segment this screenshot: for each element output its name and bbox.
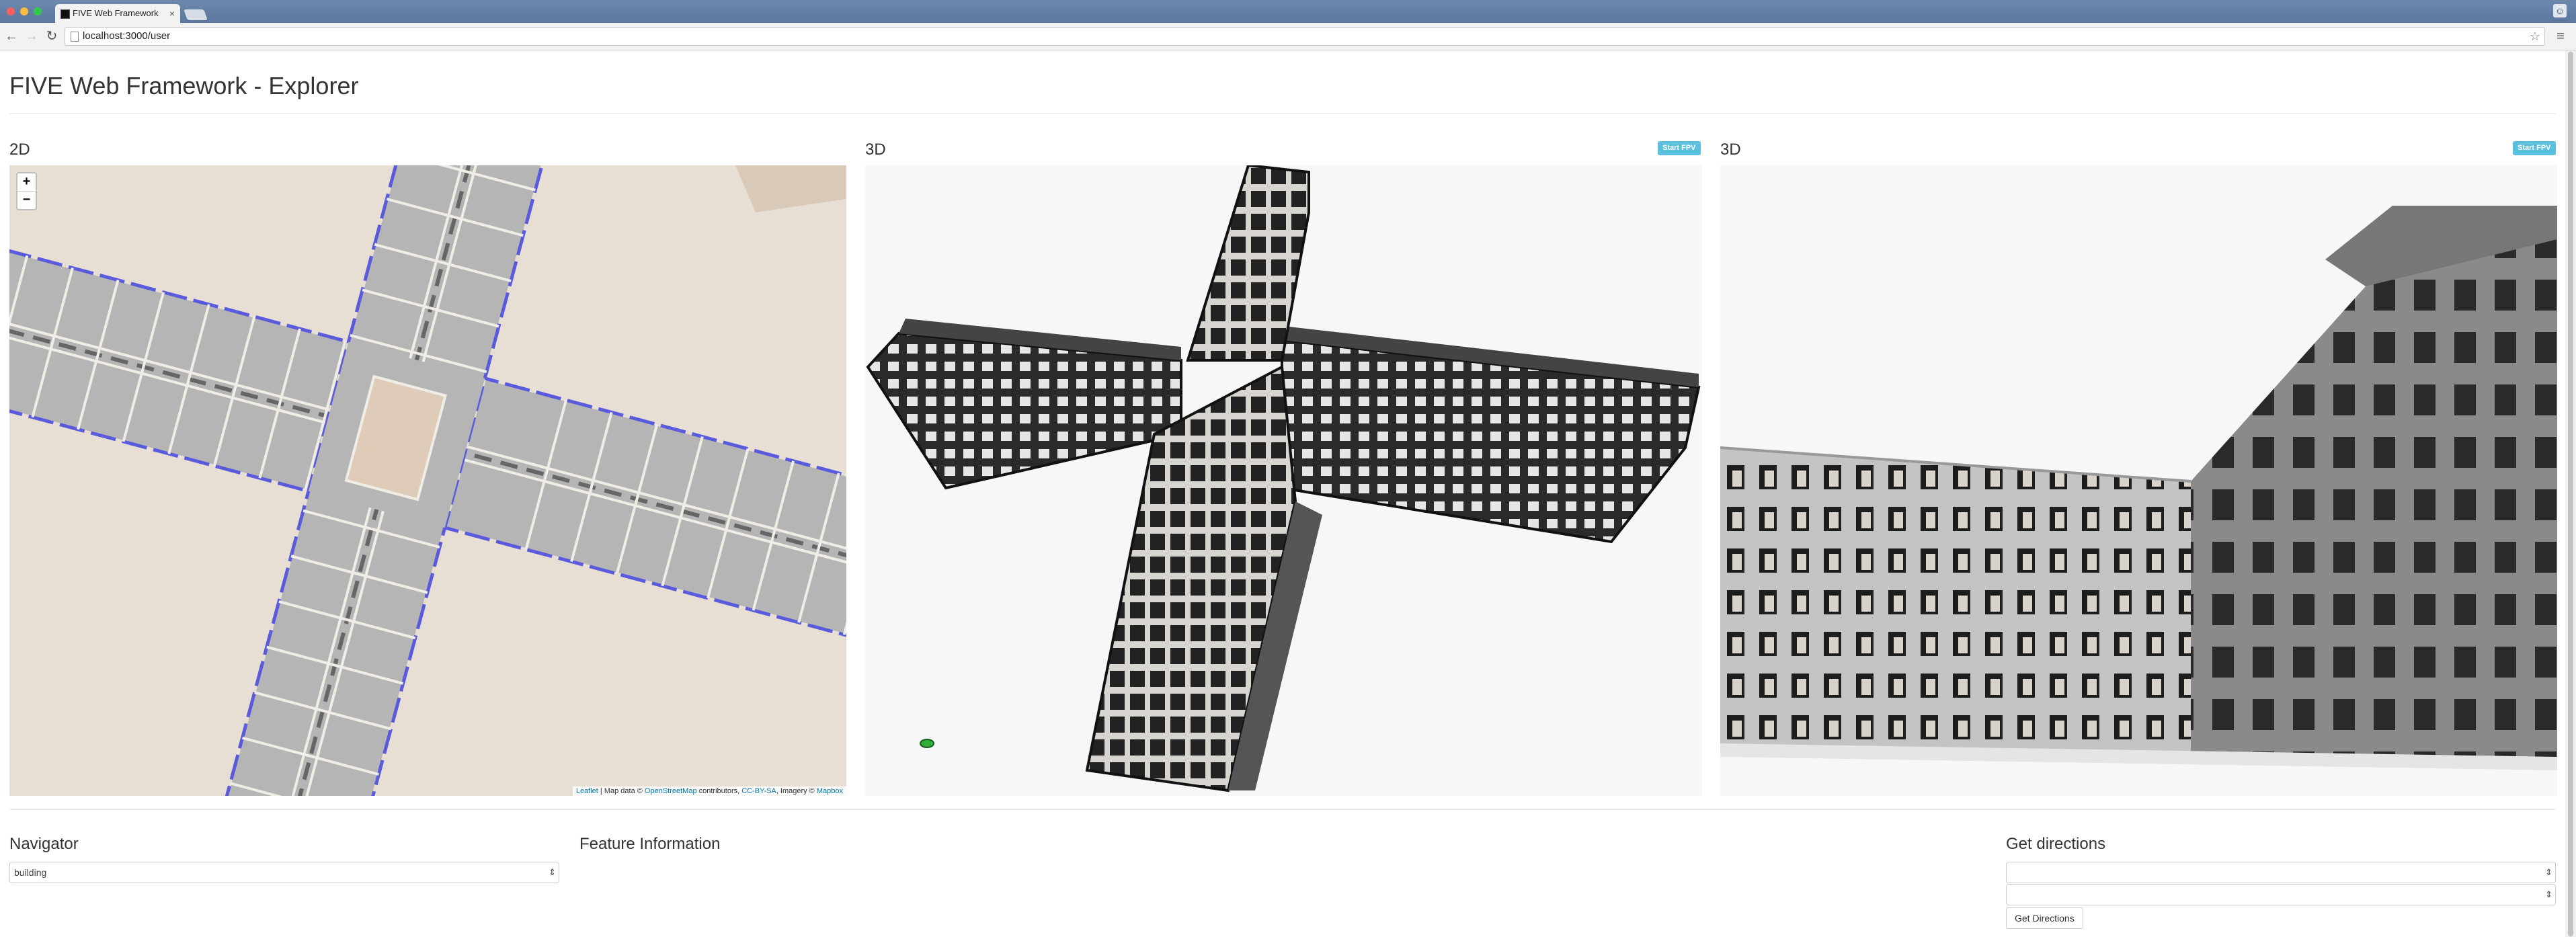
favicon-icon [61, 9, 70, 19]
get-directions-button[interactable]: Get Directions [2006, 907, 2083, 929]
directions-title: Get directions [2006, 835, 2106, 853]
browser-menu-icon[interactable]: ≡ [2552, 27, 2569, 46]
profile-icon[interactable]: ☺ [2553, 4, 2567, 17]
window-maximize-icon[interactable] [34, 7, 42, 15]
map-attribution: Leaflet | Map data © OpenStreetMap contr… [572, 786, 846, 796]
3d-view-overview[interactable] [865, 165, 1702, 796]
directions-from-select[interactable]: ⇕ [2006, 862, 2556, 883]
view1-panel-title: 3D [865, 140, 886, 159]
osm-link[interactable]: OpenStreetMap [645, 787, 697, 795]
scrollbar-thumb[interactable] [2568, 52, 2573, 936]
select-caret-icon: ⇕ [549, 867, 556, 877]
navigator-title: Navigator [9, 835, 79, 853]
attribution-text-1: | Map data © [598, 787, 645, 795]
start-fpv-button-2[interactable]: Start FPV [2513, 141, 2556, 155]
window-close-icon[interactable] [7, 7, 15, 15]
header-divider [9, 113, 2556, 114]
tab-title: FIVE Web Framework - Ex [73, 8, 160, 18]
select-caret-icon: ⇕ [2545, 889, 2552, 899]
floor-plan-map[interactable] [9, 165, 846, 796]
feature-info-title: Feature Information [579, 835, 721, 853]
address-bar[interactable]: localhost:3000/user ☆ [65, 27, 2545, 46]
tab-close-icon[interactable]: × [169, 4, 175, 23]
section-divider [9, 809, 2556, 810]
navigator-selected-value: building [14, 867, 47, 878]
browser-tab-active[interactable]: FIVE Web Framework - Ex × [55, 4, 180, 23]
page-title: FIVE Web Framework - Explorer [9, 72, 359, 99]
window-minimize-icon[interactable] [20, 7, 28, 15]
zoom-in-button[interactable]: + [17, 173, 36, 192]
start-fpv-button-1[interactable]: Start FPV [1658, 141, 1701, 155]
zoom-out-button[interactable]: − [17, 192, 36, 209]
navigator-select[interactable]: building ⇕ [9, 862, 559, 883]
forward-arrow-icon[interactable]: → [23, 27, 40, 46]
page-scrollbar[interactable] [2565, 50, 2576, 937]
attribution-text-2: contributors, [696, 787, 742, 795]
browser-tabstrip: FIVE Web Framework - Ex × ☺ [0, 0, 2576, 23]
new-tab-button[interactable] [184, 9, 208, 20]
license-link[interactable]: CC-BY-SA [741, 787, 776, 795]
3d-view-perspective[interactable] [1720, 165, 2557, 796]
attribution-text-3: , Imagery © [776, 787, 817, 795]
bookmark-star-icon[interactable]: ☆ [2530, 28, 2540, 45]
map-2d-view[interactable]: + − Leaflet | Map data © OpenStreetMap c… [9, 165, 846, 796]
leaflet-link[interactable]: Leaflet [576, 787, 598, 795]
map-panel-title: 2D [9, 140, 30, 159]
url-text[interactable]: localhost:3000/user [83, 28, 170, 45]
zoom-control: + − [16, 172, 37, 210]
directions-to-select[interactable]: ⇕ [2006, 884, 2556, 905]
building-3d-overview[interactable] [865, 165, 1702, 796]
back-arrow-icon[interactable]: ← [3, 27, 20, 46]
reload-icon[interactable]: ↻ [43, 27, 61, 46]
building-3d-perspective[interactable] [1720, 165, 2557, 796]
mapbox-link[interactable]: Mapbox [817, 787, 843, 795]
browser-toolbar: ← → ↻ localhost:3000/user ☆ ≡ [0, 23, 2576, 50]
view2-panel-title: 3D [1720, 140, 1741, 159]
select-caret-icon: ⇕ [2545, 867, 2552, 877]
page-icon [71, 32, 79, 42]
